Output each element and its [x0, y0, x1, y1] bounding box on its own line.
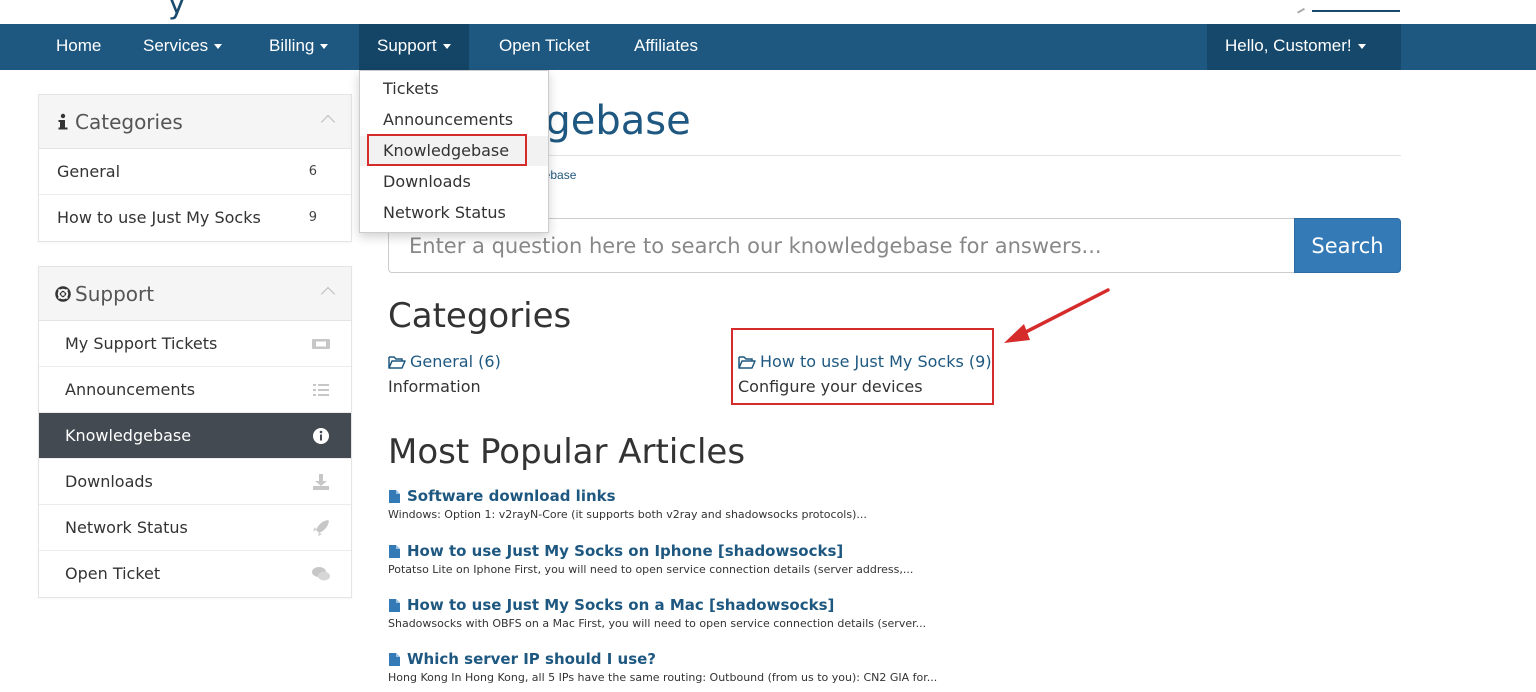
logo-partial: y — [168, 0, 186, 21]
category-link-label: General (6) — [410, 352, 501, 371]
category-description: Information — [388, 377, 481, 396]
article-item: How to use Just My Socks on Iphone [shad… — [388, 541, 1388, 576]
nav-billing-label: Billing — [269, 36, 315, 55]
article-title: Software download links — [407, 487, 616, 505]
nav-services-label: Services — [143, 36, 209, 55]
list-icon — [313, 384, 329, 396]
dropdown-item-announcements[interactable]: Announcements — [360, 105, 548, 135]
chevron-down-icon — [214, 44, 223, 50]
nav-support[interactable]: Support — [359, 24, 469, 70]
nav-user-label: Hello, Customer! — [1225, 36, 1352, 55]
article-excerpt: Windows: Option 1: v2rayN-Core (it suppo… — [388, 508, 867, 521]
nav-services[interactable]: Services — [125, 24, 240, 70]
red-arrow-annotation — [1004, 288, 1110, 343]
article-excerpt: Potatso Lite on Iphone First, you will n… — [388, 563, 914, 576]
count-badge: 9 — [308, 210, 317, 225]
sidebar-item-downloads[interactable]: Downloads — [39, 459, 351, 505]
sidebar-item-just-my-socks[interactable]: How to use Just My Socks 9 — [39, 195, 351, 241]
sidebar-item-label: My Support Tickets — [65, 334, 218, 353]
categories-panel-header[interactable]: Categories — [39, 95, 351, 149]
article-item: How to use Just My Socks on a Mac [shado… — [388, 595, 1388, 630]
article-link[interactable]: How to use Just My Socks on a Mac [shado… — [388, 595, 1388, 615]
categories-heading: Categories — [388, 296, 572, 336]
sidebar-item-network-status[interactable]: Network Status — [39, 505, 351, 551]
article-link[interactable]: Which server IP should I use? — [388, 649, 1388, 669]
highlight-box-knowledgebase — [367, 134, 527, 166]
nav-home-label: Home — [56, 36, 102, 55]
nav-open-ticket[interactable]: Open Ticket — [481, 24, 608, 70]
sidebar-item-general[interactable]: General 6 — [39, 149, 351, 195]
nav-affiliates[interactable]: Affiliates — [616, 24, 716, 70]
nav-affiliates-label: Affiliates — [634, 36, 698, 55]
life-ring-icon — [55, 286, 71, 302]
ticket-icon — [312, 339, 330, 349]
chevron-up-icon[interactable] — [320, 114, 336, 130]
nav-home[interactable]: Home — [38, 24, 119, 70]
popular-articles-heading: Most Popular Articles — [388, 432, 746, 472]
nav-support-label: Support — [377, 36, 437, 55]
file-icon — [389, 652, 400, 666]
article-link[interactable]: Software download links — [388, 486, 1388, 506]
nav-user-menu[interactable]: Hello, Customer! — [1207, 24, 1401, 70]
support-panel-title: Support — [75, 282, 155, 306]
count-badge: 6 — [308, 164, 317, 179]
chevron-up-icon[interactable] — [320, 286, 336, 302]
article-title: Which server IP should I use? — [407, 650, 657, 668]
sidebar-item-label: Downloads — [65, 472, 153, 491]
chevron-down-icon — [320, 44, 329, 50]
nav-billing[interactable]: Billing — [251, 24, 346, 70]
article-excerpt: Shadowsocks with OBFS on a Mac First, yo… — [388, 617, 927, 630]
rocket-icon — [313, 520, 329, 536]
info-icon — [58, 113, 68, 130]
category-general-link[interactable]: General (6) — [388, 352, 501, 371]
chevron-down-icon — [442, 44, 451, 50]
article-item: Software download links Windows: Option … — [388, 486, 1388, 521]
language-link-partial[interactable] — [1295, 4, 1400, 14]
article-item: Which server IP should I use? Hong Kong … — [388, 649, 1388, 684]
nav-open-ticket-label: Open Ticket — [499, 36, 590, 55]
support-panel-header[interactable]: Support — [39, 267, 351, 321]
sidebar-item-knowledgebase[interactable]: Knowledgebase — [39, 413, 351, 459]
article-title: How to use Just My Socks on Iphone [shad… — [407, 542, 844, 560]
categories-panel-title: Categories — [75, 110, 183, 134]
file-icon — [389, 544, 400, 558]
top-strip: y — [0, 0, 1536, 24]
folder-open-icon — [388, 355, 406, 369]
sidebar-item-my-support-tickets[interactable]: My Support Tickets — [39, 321, 351, 367]
search-button[interactable]: Search — [1294, 218, 1401, 273]
link-underline-partial — [1312, 6, 1400, 12]
categories-panel: Categories General 6 How to use Just My … — [38, 94, 352, 242]
file-icon — [389, 598, 400, 612]
support-dropdown-menu: Tickets Announcements Knowledgebase Down… — [359, 70, 549, 233]
article-excerpt: Hong Kong In Hong Kong, all 5 IPs have t… — [388, 671, 938, 684]
article-title: How to use Just My Socks on a Mac [shado… — [407, 596, 835, 614]
comments-icon — [312, 567, 330, 581]
highlight-box-category — [731, 328, 994, 405]
sidebar-item-label: Network Status — [65, 518, 188, 537]
info-circle-icon — [313, 428, 329, 444]
main-navbar: Home Services Billing Support Open Ticke… — [0, 24, 1536, 70]
article-link[interactable]: How to use Just My Socks on Iphone [shad… — [388, 541, 1388, 561]
support-panel: Support My Support Tickets Announcements… — [38, 266, 352, 598]
file-icon — [389, 489, 400, 503]
sidebar-item-label: Open Ticket — [65, 564, 161, 583]
dropdown-item-tickets[interactable]: Tickets — [360, 74, 548, 104]
sidebar-item-label: Announcements — [65, 380, 196, 399]
dropdown-item-downloads[interactable]: Downloads — [360, 167, 548, 197]
category-general: General (6) Information — [388, 352, 501, 396]
sidebar-item-label: Knowledgebase — [65, 426, 192, 445]
sidebar-item-label: General — [57, 162, 121, 181]
download-icon — [313, 474, 329, 490]
globe-icon-partial — [1295, 4, 1305, 14]
sidebar-item-label: How to use Just My Socks — [57, 208, 261, 227]
chevron-down-icon — [1357, 44, 1366, 50]
dropdown-item-network-status[interactable]: Network Status — [360, 198, 548, 228]
sidebar-item-announcements[interactable]: Announcements — [39, 367, 351, 413]
sidebar-item-open-ticket[interactable]: Open Ticket — [39, 551, 351, 597]
